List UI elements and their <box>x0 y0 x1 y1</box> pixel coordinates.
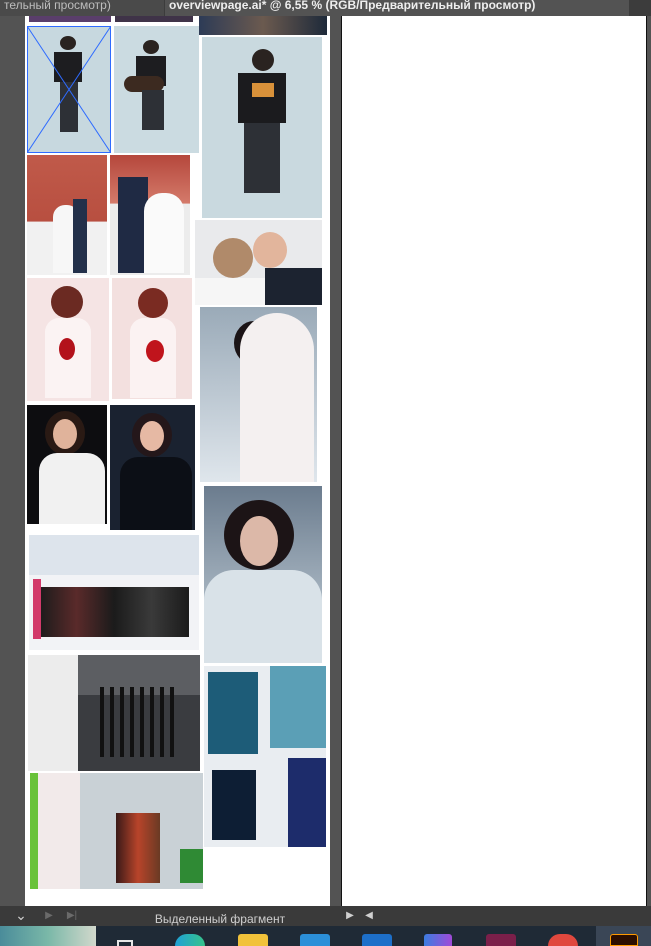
figure-body <box>238 73 286 123</box>
next-artboard-icon[interactable]: ▶ <box>40 906 58 926</box>
figure-groom <box>73 199 87 273</box>
photo-woman-red-flower-1[interactable] <box>27 278 109 401</box>
figure-face <box>53 419 77 449</box>
photo-gallery-art-panels[interactable] <box>204 666 326 847</box>
photo-top-clipped-3[interactable] <box>199 16 327 35</box>
figure-scarf <box>204 570 322 663</box>
artboard-photo-layout[interactable] <box>25 16 330 906</box>
canvas-gutter <box>0 16 25 906</box>
task-view-icon[interactable] <box>117 940 133 946</box>
figure-face <box>240 516 278 566</box>
figure-groom-suit <box>265 268 322 305</box>
figure-crowd <box>116 813 160 883</box>
photo-gallery-from-above[interactable] <box>28 655 200 771</box>
figure-green-wall <box>30 773 38 889</box>
figure-hair <box>138 288 168 318</box>
photo-woman-snow-scarf[interactable] <box>204 486 322 663</box>
artboard-empty[interactable] <box>342 16 646 906</box>
photo-woman-white-hood[interactable] <box>200 307 317 482</box>
figure-hair <box>51 286 83 318</box>
store-icon[interactable] <box>300 934 330 946</box>
tab-previous-document[interactable]: тельный просмотр) <box>0 0 164 16</box>
scroll-left-icon[interactable]: ◀ <box>362 906 376 926</box>
figure-shirt-print <box>252 83 274 97</box>
figure-ceiling <box>29 535 199 575</box>
figure-person <box>143 40 159 54</box>
photo-guy-on-stool-selected[interactable] <box>27 26 111 153</box>
figure-flower <box>59 338 75 360</box>
figure-stairs <box>28 655 78 771</box>
file-explorer-icon[interactable] <box>238 934 268 946</box>
figure-bride <box>144 193 184 273</box>
wallpaper-thumbnail <box>0 926 96 946</box>
photo-woman-white-sweater[interactable] <box>27 405 107 524</box>
photo-gallery-corridor[interactable] <box>30 773 203 889</box>
figure-sweater <box>39 453 105 524</box>
app-purple-icon[interactable] <box>424 934 452 946</box>
figure-flower <box>146 340 164 362</box>
photo-woman-red-flower-2[interactable] <box>112 278 192 399</box>
figure-person <box>252 49 274 71</box>
figure-crowd <box>100 687 180 757</box>
scroll-right-icon[interactable]: ▶ <box>342 906 358 926</box>
figure-face <box>140 421 164 451</box>
artboard-gap <box>330 16 341 906</box>
figure-panel-4 <box>288 758 326 847</box>
figure-bride-dress <box>195 278 265 305</box>
figure-green-bench <box>180 849 203 883</box>
tab-overviewpage[interactable]: overviewpage.ai* @ 6,55 % (RGB/Предварит… <box>165 0 629 16</box>
photo-wedding-couple-church[interactable] <box>27 155 107 275</box>
figure-panel-2 <box>270 666 326 748</box>
photo-guy-on-stool-large[interactable] <box>202 37 322 218</box>
photo-wedding-couple-embrace[interactable] <box>110 155 190 275</box>
last-artboard-icon[interactable]: ▶| <box>62 906 82 926</box>
figure-groom-head <box>253 232 287 268</box>
figure-panel-1 <box>208 672 258 754</box>
figure-panel-3 <box>212 770 256 840</box>
photo-wedding-kiss[interactable] <box>195 220 322 305</box>
photo-gallery-crowd[interactable] <box>29 535 199 650</box>
app-blue-icon[interactable] <box>362 934 392 946</box>
photo-guy-with-guitar[interactable] <box>114 26 199 153</box>
app-maroon-icon[interactable] <box>486 934 516 946</box>
figure-hood <box>240 313 314 482</box>
figure-poster <box>33 579 41 639</box>
photo-top-clipped-1[interactable] <box>29 16 111 22</box>
photo-top-clipped-2[interactable] <box>115 16 193 22</box>
chrome-icon[interactable] <box>548 934 578 946</box>
status-selection-label[interactable]: Выделенный фрагмент <box>100 906 340 926</box>
selection-x-mark <box>27 26 111 153</box>
tab-bar-end <box>630 0 651 16</box>
figure-legs <box>142 90 164 130</box>
figure-crowd <box>39 587 189 637</box>
photo-woman-snow-jacket[interactable] <box>110 405 195 530</box>
edge-browser-icon[interactable] <box>175 934 205 946</box>
dropdown-icon[interactable]: ⌄ <box>12 906 30 926</box>
figure-legs <box>244 123 280 193</box>
figure-bride-head <box>213 238 253 278</box>
illustrator-icon[interactable] <box>610 934 638 946</box>
figure-jacket <box>120 457 192 530</box>
